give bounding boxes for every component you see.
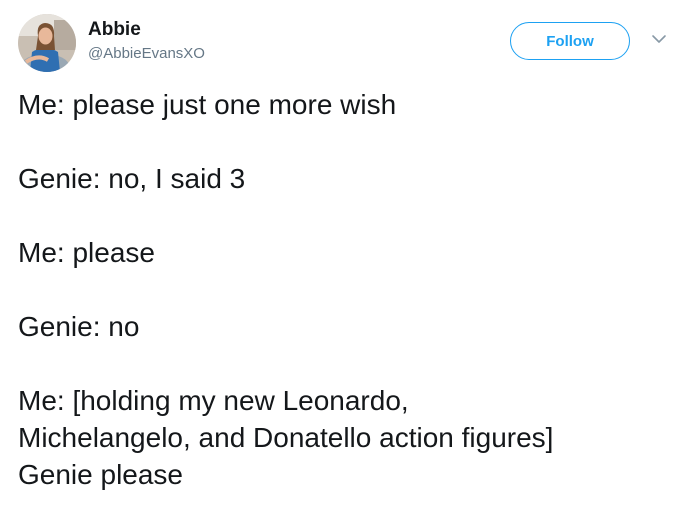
chevron-down-icon[interactable]: [649, 32, 669, 48]
tweet-line: Michelangelo, and Donatello action figur…: [18, 422, 554, 453]
tweet-line: Me: please: [18, 237, 155, 268]
tweet-line: Genie: no, I said 3: [18, 163, 246, 194]
tweet-card: Abbie @AbbieEvansXO Follow Me: please ju…: [0, 0, 700, 510]
user-handle[interactable]: @AbbieEvansXO: [88, 45, 205, 63]
tweet-paragraph: Genie: no: [18, 308, 688, 345]
tweet-paragraph: Me: [holding my new Leonardo, Michelangel…: [18, 382, 688, 493]
display-name[interactable]: Abbie: [88, 19, 141, 41]
follow-button[interactable]: Follow: [510, 22, 630, 60]
tweet-paragraph: Me: please: [18, 234, 688, 271]
tweet-paragraph: Genie: no, I said 3: [18, 160, 688, 197]
tweet-line: Me: [holding my new Leonardo,: [18, 385, 409, 416]
tweet-line: Genie: no: [18, 311, 140, 342]
tweet-text: Me: please just one more wish Genie: no, …: [18, 86, 688, 493]
tweet-line: Me: please just one more wish: [18, 89, 397, 120]
avatar[interactable]: [18, 14, 76, 72]
tweet-line: Genie please: [18, 459, 184, 490]
tweet-paragraph: Me: please just one more wish: [18, 86, 688, 123]
